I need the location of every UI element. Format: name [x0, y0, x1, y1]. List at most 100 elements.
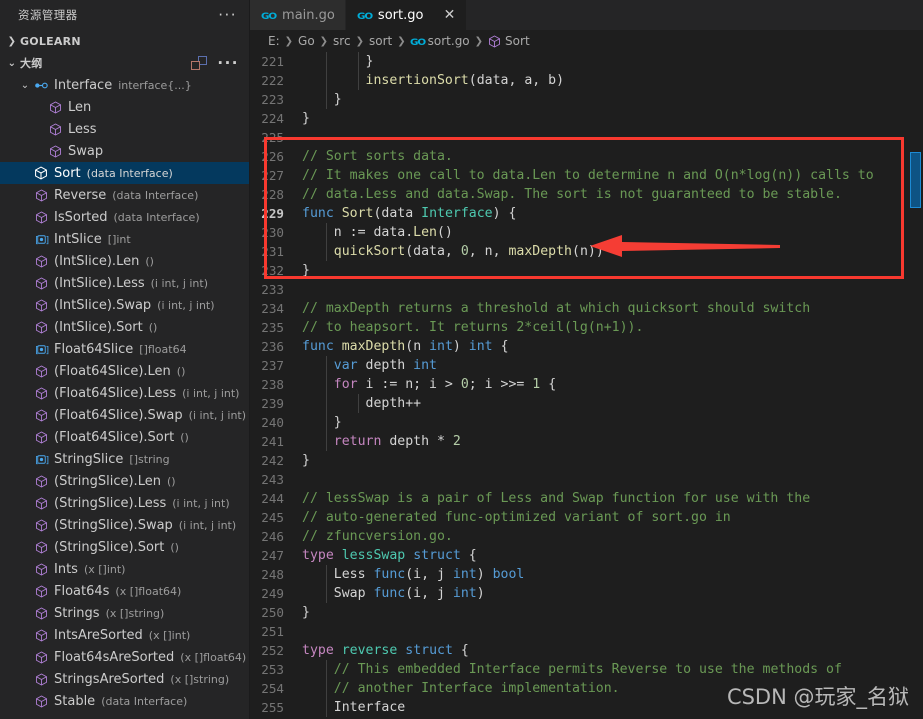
code-line[interactable]: 236 func maxDepth(n int) int {	[250, 337, 909, 356]
code-line[interactable]: 248 Less func(i, j int) bool	[250, 565, 909, 584]
breadcrumb-item-sort-go[interactable]: GO sort.go	[409, 34, 470, 48]
editor-scrollbar[interactable]	[909, 52, 923, 719]
code-line[interactable]: 242}	[250, 451, 909, 470]
code-line[interactable]: 228 // data.Less and data.Swap. The sort …	[250, 185, 909, 204]
code-line[interactable]: 231 quickSort(data, 0, n, maxDepth(n))	[250, 242, 909, 261]
outline-item-stringslice-less[interactable]: (StringSlice).Less (i int, j int)	[0, 492, 249, 514]
code-line[interactable]: 241 return depth * 2	[250, 432, 909, 451]
outline-item-intslice-swap[interactable]: (IntSlice).Swap (i int, j int)	[0, 294, 249, 316]
code-line[interactable]: 255 Interface	[250, 698, 909, 717]
code-line[interactable]: 253 // This embedded Interface permits R…	[250, 660, 909, 679]
outline-item-strings[interactable]: Strings (x []string)	[0, 602, 249, 624]
code-text: depth++	[302, 394, 909, 413]
outline-item-float64s[interactable]: Float64s (x []float64)	[0, 580, 249, 602]
code-line[interactable]: 246 // zfuncversion.go.	[250, 527, 909, 546]
code-line[interactable]: 252 type reverse struct {	[250, 641, 909, 660]
code-text: }	[302, 413, 909, 432]
outline-item-float64slice-less[interactable]: (Float64Slice).Less (i int, j int)	[0, 382, 249, 404]
outline-item-float64slice[interactable]: [] Float64Slice []float64	[0, 338, 249, 360]
svg-text:[: [	[34, 234, 40, 245]
breadcrumb-item-go[interactable]: Go	[298, 34, 315, 48]
outline-item-reverse[interactable]: Reverse (data Interface)	[0, 184, 249, 206]
explorer-more-actions-icon[interactable]: ···	[216, 8, 239, 23]
outline-item-stringslice-len[interactable]: (StringSlice).Len ()	[0, 470, 249, 492]
code-line[interactable]: 245 // auto-generated func-optimized vari…	[250, 508, 909, 527]
outline-item-swap[interactable]: Swap	[0, 140, 249, 162]
outline-item-issorted[interactable]: IsSorted (data Interface)	[0, 206, 249, 228]
outline-item-stringsaresorted[interactable]: StringsAreSorted (x []string)	[0, 668, 249, 690]
outline-item-stringslice-swap[interactable]: (StringSlice).Swap (i int, j int)	[0, 514, 249, 536]
code-line[interactable]: 240 }	[250, 413, 909, 432]
code-line[interactable]: 232}	[250, 261, 909, 280]
close-icon[interactable]: ✕	[442, 8, 456, 22]
code-line[interactable]: 244 // lessSwap is a pair of Less and Swa…	[250, 489, 909, 508]
outline-item-intslice-less[interactable]: (IntSlice).Less (i int, j int)	[0, 272, 249, 294]
code-line[interactable]: 229 func Sort(data Interface) {	[250, 204, 909, 223]
code-line[interactable]: 221 }	[250, 52, 909, 71]
indent-guide	[325, 356, 327, 375]
code-line[interactable]: 233	[250, 280, 909, 299]
code-line[interactable]: 247 type lessSwap struct {	[250, 546, 909, 565]
outline-item-intsaresorted[interactable]: IntsAreSorted (x []int)	[0, 624, 249, 646]
code-line[interactable]: 239 depth++	[250, 394, 909, 413]
scrollbar-thumb[interactable]	[910, 152, 921, 208]
outline-item-stringslice[interactable]: [] StringSlice []string	[0, 448, 249, 470]
code-line[interactable]: 227 // It makes one call to data.Len to d…	[250, 166, 909, 185]
tab-sort-go[interactable]: GO sort.go ✕	[345, 0, 468, 30]
code-line[interactable]: 226 // Sort sorts data.	[250, 147, 909, 166]
method-icon	[32, 188, 50, 202]
code-line[interactable]: 250}	[250, 603, 909, 622]
code-lines-container[interactable]: 221 } 222 insertionSort(data, a, b) 223 } 2…	[250, 52, 909, 719]
code-token: for	[333, 377, 358, 392]
code-line[interactable]: 230 n := data.Len()	[250, 223, 909, 242]
breadcrumb-item-sort[interactable]: sort	[369, 34, 392, 48]
tab-bar-empty-space	[467, 0, 923, 30]
go-file-icon: GO	[409, 38, 426, 48]
indent-guide	[325, 565, 327, 584]
outline-item-float64slice-len[interactable]: (Float64Slice).Len ()	[0, 360, 249, 382]
outline-item-float64saresorted[interactable]: Float64sAreSorted (x []float64)	[0, 646, 249, 668]
outline-item-less[interactable]: Less	[0, 118, 249, 140]
code-line[interactable]: 225	[250, 128, 909, 147]
code-line[interactable]: 222 insertionSort(data, a, b)	[250, 71, 909, 90]
outline-item-intslice[interactable]: [] IntSlice []int	[0, 228, 249, 250]
outline-item-len[interactable]: Len	[0, 96, 249, 118]
code-editor[interactable]: 221 } 222 insertionSort(data, a, b) 223 } 2…	[250, 52, 923, 719]
outline-item-intslice-len[interactable]: (IntSlice).Len ()	[0, 250, 249, 272]
code-line[interactable]: 249 Swap func(i, j int)	[250, 584, 909, 603]
outline-item-interface[interactable]: ⌄ Interface interface{...}	[0, 74, 249, 96]
sidebar-section-golearn[interactable]: ❯ GOLEARN	[0, 30, 249, 52]
outline-item-label: Interface	[54, 77, 113, 93]
breadcrumb-item-src[interactable]: src	[333, 34, 351, 48]
code-text: // auto-generated func-optimized variant…	[302, 508, 909, 527]
chevron-down-icon[interactable]: ⌄	[18, 80, 32, 91]
outline-item-sort[interactable]: Sort (data Interface)	[0, 162, 249, 184]
code-line[interactable]: 238 for i := n; i > 0; i >>= 1 {	[250, 375, 909, 394]
code-line[interactable]: 251	[250, 622, 909, 641]
breadcrumb-item-e-[interactable]: E:	[268, 34, 280, 48]
outline-more-actions-icon[interactable]: ···	[215, 56, 241, 71]
breadcrumb-item-sort[interactable]: Sort	[488, 34, 530, 48]
code-line[interactable]: 224}	[250, 109, 909, 128]
code-line[interactable]: 237 var depth int	[250, 356, 909, 375]
outline-item-ints[interactable]: Ints (x []int)	[0, 558, 249, 580]
outline-item-float64slice-sort[interactable]: (Float64Slice).Sort ()	[0, 426, 249, 448]
outline-item-stringslice-sort[interactable]: (StringSlice).Sort ()	[0, 536, 249, 558]
code-token: // auto-generated func-optimized variant…	[302, 510, 731, 525]
code-line[interactable]: 223 }	[250, 90, 909, 109]
outline-item-intslice-sort[interactable]: (IntSlice).Sort ()	[0, 316, 249, 338]
code-line[interactable]: 254 // another Interface implementation.	[250, 679, 909, 698]
outline-item-detail: (i int, j int)	[157, 298, 215, 312]
code-line[interactable]: 243	[250, 470, 909, 489]
outline-item-detail: (x []string)	[170, 672, 230, 686]
collapse-all-icon[interactable]	[191, 56, 208, 70]
code-line[interactable]: 235 // to heapsort. It returns 2*ceil(lg(…	[250, 318, 909, 337]
tab-main-go[interactable]: GO main.go	[250, 0, 346, 30]
sidebar-section-outline[interactable]: ⌄ 大纲 ···	[0, 52, 249, 74]
method-icon	[32, 298, 50, 312]
outline-item-float64slice-swap[interactable]: (Float64Slice).Swap (i int, j int)	[0, 404, 249, 426]
method-icon	[32, 320, 50, 334]
code-line[interactable]: 234 // maxDepth returns a threshold at wh…	[250, 299, 909, 318]
outline-item-stable[interactable]: Stable (data Interface)	[0, 690, 249, 712]
